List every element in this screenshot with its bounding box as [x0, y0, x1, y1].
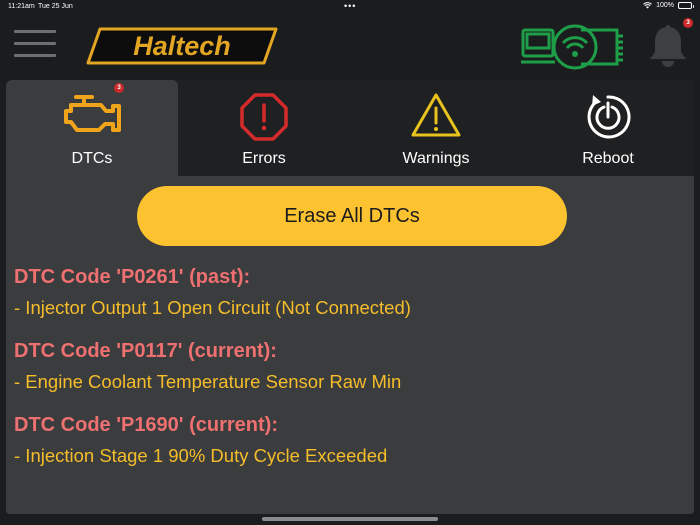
tab-errors[interactable]: Errors	[178, 80, 350, 176]
dtc-code: DTC Code 'P0117' (current):	[14, 340, 277, 362]
dtc-content: Erase All DTCs DTC Code 'P0261' (past): …	[6, 176, 694, 514]
engine-check-icon	[64, 95, 121, 132]
status-time: 11:21am	[8, 3, 35, 10]
tab-dtcs-badge: 3	[114, 83, 124, 93]
list-item: DTC Code 'P1690' (current): - Injection …	[14, 412, 684, 474]
status-date: Tue 25 Jun	[38, 3, 73, 10]
diagnostics-panel: 3 DTCs Errors Warnings Reboot Erase All …	[6, 80, 694, 514]
error-octagon-icon	[240, 93, 288, 141]
home-indicator[interactable]	[262, 517, 438, 521]
haltech-logo-text: Haltech	[133, 31, 231, 61]
list-item: DTC Code 'P0261' (past): - Injector Outp…	[14, 264, 684, 326]
dtc-code: DTC Code 'P0261' (past):	[14, 266, 251, 288]
warning-triangle-icon	[411, 93, 461, 137]
tab-label: Errors	[242, 150, 286, 167]
tab-label: Warnings	[402, 150, 470, 167]
hamburger-bar	[14, 30, 56, 33]
list-item: DTC Code 'P0117' (current): - Engine Coo…	[14, 338, 684, 400]
status-bar: 11:21am Tue 25 Jun ••• 100%	[0, 0, 700, 14]
tab-warnings[interactable]: Warnings	[350, 80, 522, 176]
wifi-status-icon	[643, 2, 652, 9]
tab-reboot[interactable]: Reboot	[522, 80, 694, 176]
dtc-description: - Injector Output 1 Open Circuit (Not Co…	[14, 297, 411, 318]
dtc-list: DTC Code 'P0261' (past): - Injector Outp…	[14, 264, 684, 486]
notification-badge: 3	[683, 18, 693, 28]
erase-all-dtcs-button[interactable]: Erase All DTCs	[137, 186, 567, 246]
status-right: 100%	[643, 2, 694, 9]
dtc-description: - Injection Stage 1 90% Duty Cycle Excee…	[14, 445, 388, 466]
battery-icon	[678, 2, 694, 9]
battery-percent: 100%	[656, 2, 674, 9]
reboot-power-icon	[587, 95, 631, 139]
menu-button[interactable]	[14, 30, 56, 60]
tab-label: DTCs	[71, 150, 113, 167]
dtc-code: DTC Code 'P1690' (current):	[14, 414, 279, 436]
ecu-connected-icon[interactable]	[519, 22, 631, 72]
app-header: Haltech 3	[0, 14, 700, 78]
dtc-description: - Engine Coolant Temperature Sensor Raw …	[14, 371, 402, 392]
multitasking-dots[interactable]: •••	[344, 1, 356, 11]
tab-dtcs[interactable]: 3 DTCs	[6, 80, 178, 176]
hamburger-bar	[14, 54, 56, 57]
bell-icon[interactable]	[648, 24, 688, 68]
tab-label: Reboot	[582, 150, 634, 167]
hamburger-bar	[14, 42, 56, 45]
tab-bar: 3 DTCs Errors Warnings Reboot	[6, 80, 694, 176]
haltech-logo: Haltech	[86, 27, 278, 65]
